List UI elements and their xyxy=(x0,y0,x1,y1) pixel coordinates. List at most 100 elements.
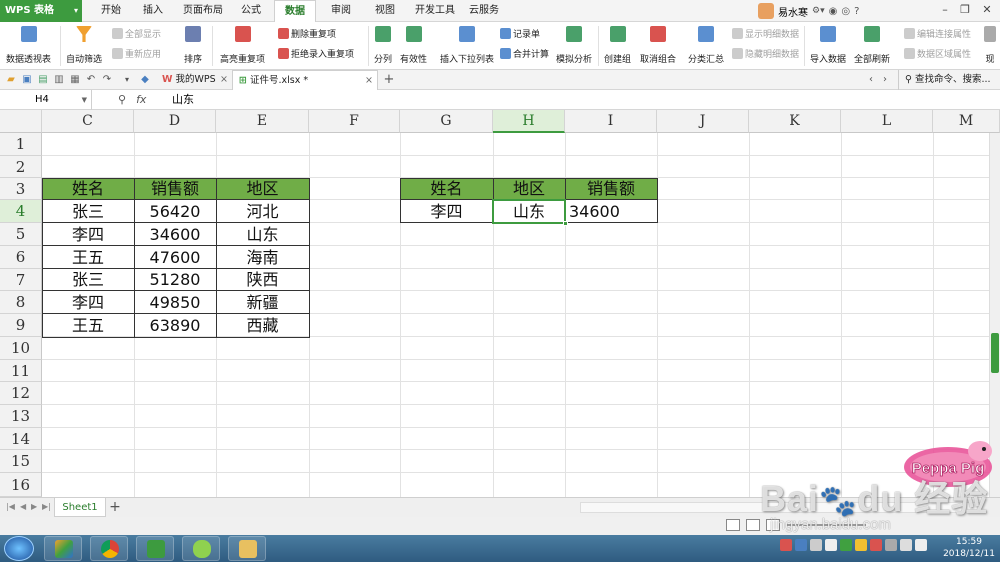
prev-sheet-icon[interactable]: ◀ xyxy=(20,502,26,511)
user-area[interactable]: 易水寒 ⚙▾ ◉ ◎ ? xyxy=(758,2,859,20)
col-header-f[interactable]: F xyxy=(309,110,400,133)
table1-header-sales[interactable]: 销售额 xyxy=(134,178,216,200)
row-header-16[interactable]: 16 xyxy=(0,473,42,497)
table2-header-name[interactable]: 姓名 xyxy=(400,178,493,200)
edit-connection-button[interactable]: 编辑连接属性 xyxy=(904,26,971,40)
tray-app-icon[interactable] xyxy=(855,539,867,551)
tray-app-icon[interactable] xyxy=(810,539,822,551)
table1-cell-region[interactable]: 陕西 xyxy=(216,269,309,291)
table1-cell-region[interactable]: 新疆 xyxy=(216,291,309,314)
tab-review[interactable]: 审阅 xyxy=(326,0,356,22)
current-button[interactable]: 现 xyxy=(984,26,996,65)
fill-handle[interactable] xyxy=(563,221,568,226)
add-sheet-plus-icon[interactable]: + xyxy=(108,498,122,517)
table1-header-region[interactable]: 地区 xyxy=(216,178,309,200)
ungroup-button[interactable]: 取消组合 xyxy=(640,26,676,65)
left-arrow-icon[interactable]: ‹ xyxy=(864,73,878,87)
redo-icon[interactable]: ↷ xyxy=(100,73,114,87)
taskbar-item-explorer[interactable] xyxy=(228,536,266,561)
spreadsheet-grid[interactable]: C D E F G H I J K L M 1 2 3 4 5 6 7 8 9 … xyxy=(0,110,1000,497)
table2-header-region[interactable]: 地区 xyxy=(493,178,565,200)
row-header-7[interactable]: 7 xyxy=(0,269,42,291)
col-header-g[interactable]: G xyxy=(400,110,493,133)
table1-cell-name[interactable]: 王五 xyxy=(42,246,134,269)
consolidate-button[interactable]: 合并计算 xyxy=(500,46,549,60)
close-icon[interactable]: × xyxy=(365,71,373,91)
table1-cell-sales[interactable]: 34600 xyxy=(134,223,216,246)
tab-data[interactable]: 数据 xyxy=(274,0,316,22)
tab-file[interactable]: ⊞ 证件号.xlsx * × xyxy=(232,70,378,90)
table2-cell-name[interactable]: 李四 xyxy=(400,200,493,223)
col-header-k[interactable]: K xyxy=(749,110,841,133)
row-header-12[interactable]: 12 xyxy=(0,382,42,405)
tab-page-layout[interactable]: 页面布局 xyxy=(180,0,226,22)
table1-cell-sales[interactable]: 47600 xyxy=(134,246,216,269)
row-header-15[interactable]: 15 xyxy=(0,450,42,473)
network-icon[interactable] xyxy=(900,539,912,551)
wps-app-menu-button[interactable]: WPS 表格 ▾ xyxy=(0,0,82,22)
tray-app-icon[interactable] xyxy=(870,539,882,551)
command-search-box[interactable]: ⚲ 查找命令、搜索... xyxy=(898,70,998,90)
format-painter-icon[interactable]: ▦ xyxy=(68,73,82,87)
table1-cell-sales[interactable]: 49850 xyxy=(134,291,216,314)
col-header-i[interactable]: I xyxy=(565,110,657,133)
row-header-3[interactable]: 3 xyxy=(0,178,42,200)
taskbar-item-chrome[interactable] xyxy=(90,536,128,561)
tab-insert[interactable]: 插入 xyxy=(138,0,168,22)
autofilter-button[interactable]: 自动筛选 xyxy=(66,26,102,65)
table1-cell-name[interactable]: 王五 xyxy=(42,314,134,337)
tab-developer[interactable]: 开发工具 xyxy=(412,0,458,22)
print-icon[interactable]: ▥ xyxy=(52,73,66,87)
table2-header-sales[interactable]: 销售额 xyxy=(565,178,657,200)
open-folder-icon[interactable]: ▰ xyxy=(4,73,18,87)
tray-app-icon[interactable] xyxy=(780,539,792,551)
create-group-button[interactable]: 创建组 xyxy=(604,26,631,65)
tab-cloud-service[interactable]: 云服务 xyxy=(466,0,502,22)
zoom-icon[interactable]: ⚲ xyxy=(118,90,126,110)
row-header-2[interactable]: 2 xyxy=(0,156,42,178)
validity-button[interactable]: 有效性 xyxy=(400,26,427,65)
row-header-10[interactable]: 10 xyxy=(0,337,42,360)
tray-app-icon[interactable] xyxy=(825,539,837,551)
sort-button[interactable]: 排序 xyxy=(184,26,202,65)
row-header-1[interactable]: 1 xyxy=(0,133,42,156)
tab-formulas[interactable]: 公式 xyxy=(236,0,266,22)
table1-cell-region[interactable]: 西藏 xyxy=(216,314,309,337)
close-icon[interactable]: ✕ xyxy=(978,2,996,18)
col-header-m[interactable]: M xyxy=(933,110,1000,133)
reapply-button[interactable]: 重新应用 xyxy=(112,46,161,60)
tray-app-icon[interactable] xyxy=(840,539,852,551)
table1-header-name[interactable]: 姓名 xyxy=(42,178,134,200)
row-header-6[interactable]: 6 xyxy=(0,246,42,269)
volume-icon[interactable] xyxy=(915,539,927,551)
data-range-props-button[interactable]: 数据区域属性 xyxy=(904,46,971,60)
col-header-l[interactable]: L xyxy=(841,110,933,133)
row-header-14[interactable]: 14 xyxy=(0,428,42,450)
table1-cell-region[interactable]: 山东 xyxy=(216,223,309,246)
scrollbar-thumb[interactable] xyxy=(991,333,999,373)
import-data-button[interactable]: 导入数据 xyxy=(810,26,846,65)
split-column-button[interactable]: 分列 xyxy=(374,26,392,65)
refresh-all-button[interactable]: 全部刷新 xyxy=(854,26,890,65)
page-break-view-icon[interactable] xyxy=(746,519,760,531)
chevron-down-icon[interactable]: ▾ xyxy=(120,73,134,87)
next-sheet-icon[interactable]: ▶ xyxy=(31,502,37,511)
table1-cell-name[interactable]: 张三 xyxy=(42,200,134,223)
new-tab-plus-icon[interactable]: + xyxy=(382,73,396,87)
row-header-9[interactable]: 9 xyxy=(0,314,42,337)
last-sheet-icon[interactable]: ▶| xyxy=(42,502,51,511)
clock[interactable]: 15:59 2018/12/11 xyxy=(940,536,998,560)
table2-cell-sales[interactable]: 34600 xyxy=(565,200,657,223)
cloud-icon[interactable]: ◎ xyxy=(841,6,850,17)
sheet-tab-sheet1[interactable]: Sheet1 xyxy=(54,498,106,517)
show-detail-button[interactable]: 显示明细数据 xyxy=(732,26,799,40)
what-if-analysis-button[interactable]: 模拟分析 xyxy=(556,26,592,65)
undo-icon[interactable]: ↶ xyxy=(84,73,98,87)
row-header-5[interactable]: 5 xyxy=(0,223,42,246)
settings-icon[interactable]: ⚙▾ xyxy=(812,6,825,16)
subtotal-button[interactable]: 分类汇总 xyxy=(688,26,724,65)
name-box[interactable]: H4 ▼ xyxy=(0,90,92,110)
print-preview-icon[interactable]: ▤ xyxy=(36,73,50,87)
table1-cell-sales[interactable]: 56420 xyxy=(134,200,216,223)
normal-view-icon[interactable] xyxy=(726,519,740,531)
